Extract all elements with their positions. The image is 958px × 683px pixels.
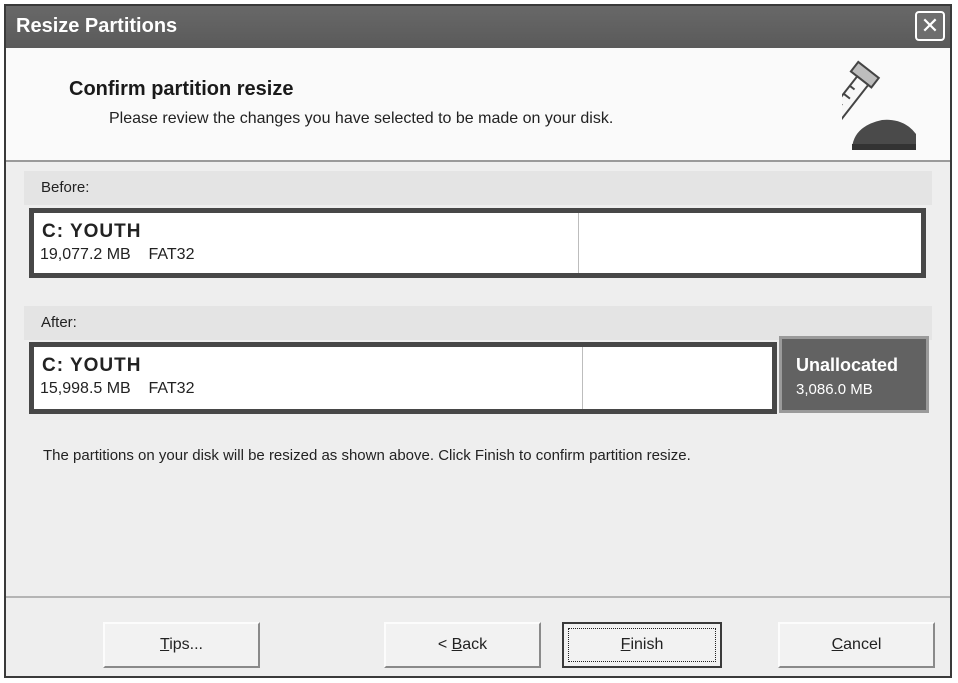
finish-button[interactable]: Finish xyxy=(562,622,722,668)
window-title: Resize Partitions xyxy=(16,15,178,37)
back-button[interactable]: < Back xyxy=(384,622,541,668)
finish-hotkey: F xyxy=(620,636,631,653)
tips-hotkey: T xyxy=(160,636,170,653)
back-prefix: < xyxy=(437,636,452,653)
back-label: ack xyxy=(462,636,488,653)
partition-filesystem: FAT32 xyxy=(148,380,195,397)
page-title: Confirm partition resize xyxy=(69,78,294,100)
tips-button[interactable]: Tips... xyxy=(103,622,260,668)
partition-info: 19,077.2 MB FAT32 xyxy=(40,246,194,264)
finish-label: inish xyxy=(630,636,664,653)
partition-size: 15,998.5 MB xyxy=(40,380,131,397)
cancel-button[interactable]: Cancel xyxy=(778,622,935,668)
back-hotkey: B xyxy=(451,636,463,653)
before-section-band xyxy=(24,171,932,205)
title-bar[interactable]: Resize Partitions ✕ xyxy=(6,6,950,48)
confirm-message: The partitions on your disk will be resi… xyxy=(43,447,691,464)
after-section-band xyxy=(24,306,932,340)
cancel-label: ancel xyxy=(843,636,882,653)
close-button[interactable]: ✕ xyxy=(915,11,945,41)
partition-used-divider xyxy=(582,347,583,409)
after-partition-c[interactable]: C: YOUTH 15,998.5 MB FAT32 xyxy=(29,342,777,414)
partition-name: C: YOUTH xyxy=(42,355,142,376)
partition-used-divider xyxy=(578,213,579,273)
unallocated-label: Unallocated xyxy=(796,355,899,375)
unallocated-size: 3,086.0 MB xyxy=(796,381,873,398)
before-label: Before: xyxy=(41,179,90,196)
partition-info: 15,998.5 MB FAT32 xyxy=(40,380,194,398)
partition-name: C: YOUTH xyxy=(42,221,142,242)
footer-divider xyxy=(6,596,950,598)
before-partition-c[interactable]: C: YOUTH 19,077.2 MB FAT32 xyxy=(29,208,926,278)
partition-filesystem: FAT32 xyxy=(148,246,195,263)
wizard-header: Confirm partition resize Please review t… xyxy=(6,48,950,162)
focus-ring: Finish xyxy=(568,628,716,662)
unallocated-space[interactable]: Unallocated 3,086.0 MB xyxy=(779,336,929,413)
ruler-disk-icon xyxy=(842,60,916,152)
cancel-hotkey: C xyxy=(831,636,844,653)
after-label: After: xyxy=(41,314,77,331)
resize-partitions-dialog: Resize Partitions ✕ Confirm partition re… xyxy=(4,4,952,678)
partition-size: 19,077.2 MB xyxy=(40,246,131,263)
tips-label: ips... xyxy=(169,636,203,653)
page-subtitle: Please review the changes you have selec… xyxy=(109,110,614,127)
